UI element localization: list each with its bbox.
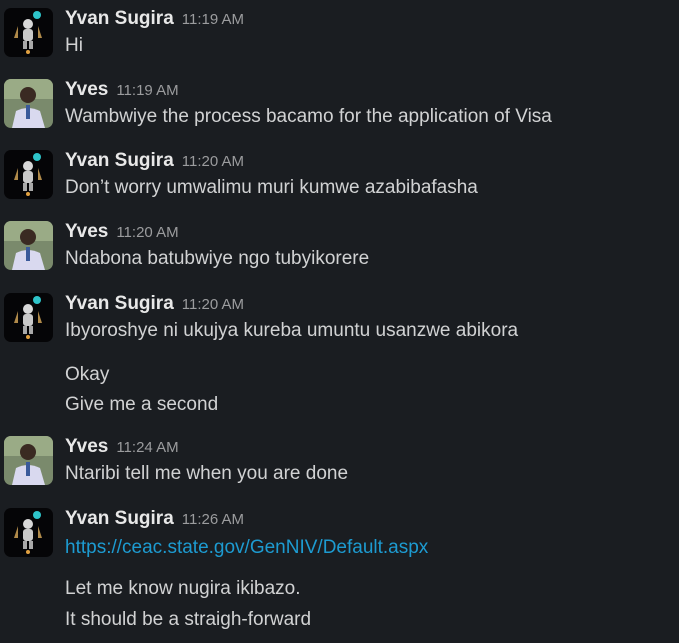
sender-name[interactable]: Yvan Sugira (65, 293, 174, 314)
astronaut-avatar-icon (4, 8, 53, 57)
sender-name[interactable]: Yvan Sugira (65, 8, 174, 29)
astronaut-avatar-icon (4, 508, 53, 557)
sender-name[interactable]: Yvan Sugira (65, 508, 174, 529)
message-header: Yvan Sugira 11:20 AM (65, 293, 244, 316)
message-text: Don’t worry umwalimu muri kumwe azabibaf… (65, 177, 478, 198)
avatar[interactable] (4, 436, 53, 485)
astronaut-avatar-icon (4, 150, 53, 199)
timestamp[interactable]: 11:20 AM (182, 153, 244, 170)
person-avatar-icon (4, 79, 53, 128)
message-text: Wambwiye the process bacamo for the appl… (65, 106, 552, 127)
message-text: https://ceac.state.gov/GenNIV/Default.as… (65, 536, 428, 560)
timestamp[interactable]: 11:20 AM (116, 224, 178, 241)
message-header: Yvan Sugira 11:20 AM (65, 150, 244, 173)
visa-application-link[interactable]: https://ceac.state.gov/GenNIV/Default.as… (65, 537, 428, 558)
message-text: Ibyoroshye ni ukujya kureba umuntu usanz… (65, 320, 519, 341)
message-header: Yves 11:24 AM (65, 436, 179, 459)
avatar[interactable] (4, 221, 53, 270)
timestamp[interactable]: 11:19 AM (182, 11, 244, 28)
sender-name[interactable]: Yves (65, 221, 108, 242)
sender-name[interactable]: Yvan Sugira (65, 150, 174, 171)
message-header: Yvan Sugira 11:26 AM (65, 508, 244, 531)
message-text: Let me know nugira ikibazo. (65, 578, 301, 599)
message-header: Yvan Sugira 11:19 AM (65, 8, 244, 31)
astronaut-avatar-icon (4, 293, 53, 342)
person-avatar-icon (4, 221, 53, 270)
avatar[interactable] (4, 150, 53, 199)
message-text: Give me a second (65, 394, 219, 415)
message-header: Yves 11:19 AM (65, 79, 179, 102)
avatar[interactable] (4, 293, 53, 342)
timestamp[interactable]: 11:26 AM (182, 511, 244, 528)
message-text: Hi (65, 35, 83, 56)
avatar[interactable] (4, 79, 53, 128)
message-text: Ndabona batubwiye ngo tubyikorere (65, 248, 370, 269)
person-avatar-icon (4, 436, 53, 485)
sender-name[interactable]: Yves (65, 436, 108, 457)
sender-name[interactable]: Yves (65, 79, 108, 100)
timestamp[interactable]: 11:19 AM (116, 82, 178, 99)
message-header: Yves 11:20 AM (65, 221, 179, 244)
message-text: It should be a straigh-forward (65, 609, 312, 630)
avatar[interactable] (4, 508, 53, 557)
timestamp[interactable]: 11:24 AM (116, 439, 178, 456)
message-text: Ntaribi tell me when you are done (65, 463, 349, 484)
message-text: Okay (65, 364, 110, 385)
avatar[interactable] (4, 8, 53, 57)
timestamp[interactable]: 11:20 AM (182, 296, 244, 313)
